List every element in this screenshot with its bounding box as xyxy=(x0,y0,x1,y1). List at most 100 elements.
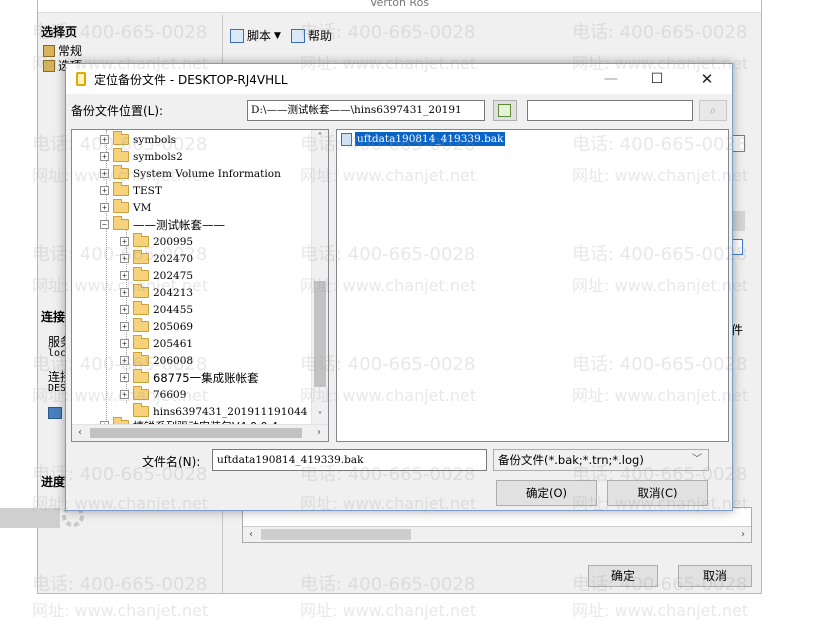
cancel-button[interactable]: 取消(C) xyxy=(607,480,708,506)
folder-icon xyxy=(133,352,149,366)
page-icon xyxy=(43,44,55,57)
tree-node[interactable]: + System Volume Information xyxy=(100,165,281,182)
backup-location-field[interactable]: D:\——测试帐套——\hins6397431_20191 xyxy=(247,100,485,121)
expand-icon[interactable]: + xyxy=(100,169,109,178)
tree-vscroll-thumb[interactable] xyxy=(314,281,326,387)
expand-icon[interactable]: + xyxy=(120,237,129,246)
back-cancel-button[interactable]: 取消 xyxy=(678,565,752,587)
tree-node[interactable]: +200995 xyxy=(120,233,193,250)
tree-node[interactable]: +205069 xyxy=(120,318,193,335)
tree-node[interactable]: +206008 xyxy=(120,352,193,369)
tree-hscroll-thumb[interactable] xyxy=(90,428,302,438)
expand-icon[interactable]: + xyxy=(120,271,129,280)
scroll-right-icon[interactable]: › xyxy=(311,425,327,440)
tree-node-label: 205461 xyxy=(153,337,194,350)
folder-icon xyxy=(133,284,149,298)
tree-node[interactable]: +205461 xyxy=(120,335,193,352)
expand-icon[interactable]: + xyxy=(100,186,109,195)
expand-icon[interactable]: + xyxy=(100,152,109,161)
folder-icon xyxy=(113,131,129,145)
tree-vertical-scrollbar[interactable]: ˄ ˅ xyxy=(311,130,328,425)
folder-icon xyxy=(133,403,149,417)
tree-node[interactable]: − ——测试帐套—— xyxy=(100,216,225,233)
folder-icon xyxy=(133,369,149,383)
tree-node-label: 68775一集成账帐套 xyxy=(153,370,259,385)
scroll-up-icon[interactable]: ˄ xyxy=(312,130,328,145)
folder-icon xyxy=(133,318,149,332)
close-icon[interactable]: ✕ xyxy=(684,64,730,94)
tree-node[interactable]: + VM xyxy=(100,199,151,216)
expand-icon[interactable]: + xyxy=(120,322,129,331)
scroll-left-icon[interactable]: ‹ xyxy=(243,527,259,542)
script-button[interactable]: 脚本 ▼ xyxy=(230,27,281,44)
watermark-url: 网址: www.chanjet.net xyxy=(572,601,749,620)
tree-node-label: 205069 xyxy=(153,320,194,333)
restore-plan-grid: ‹ › xyxy=(242,507,752,543)
help-button[interactable]: 帮助 xyxy=(290,27,332,44)
tree-node[interactable]: +204213 xyxy=(120,284,193,301)
back-toolbar: 脚本 ▼ 帮助 xyxy=(230,27,332,44)
script-label: 脚本 xyxy=(247,29,272,43)
expand-icon[interactable]: + xyxy=(120,305,129,314)
tree-node-label: 202470 xyxy=(153,252,194,265)
expand-icon[interactable]: + xyxy=(100,203,109,212)
maximize-icon[interactable]: ☐ xyxy=(634,64,680,94)
folder-icon xyxy=(113,165,129,179)
select-page-heading: 选择页 xyxy=(41,25,78,39)
magnifier-icon[interactable]: ⌕ xyxy=(699,100,727,121)
expand-icon[interactable]: + xyxy=(100,135,109,144)
tree-node-label: System Volume Information xyxy=(133,167,281,180)
tree-node[interactable]: + symbols2 xyxy=(100,148,183,165)
right-checkbox-fragment[interactable] xyxy=(731,135,745,152)
file-lock-icon xyxy=(76,72,86,86)
tree-node-label: ——测试帐套—— xyxy=(133,217,225,232)
expand-icon[interactable]: + xyxy=(120,288,129,297)
tree-node[interactable]: +204455 xyxy=(120,301,193,318)
folder-tree: + symbols + symbols2 + System Volume Inform… xyxy=(71,129,329,442)
file-item[interactable]: uftdata190814_419339.bak xyxy=(341,132,506,146)
tree-node[interactable]: +76609 xyxy=(120,386,186,403)
folder-icon xyxy=(113,199,129,213)
expand-icon[interactable]: + xyxy=(120,254,129,263)
tree-node[interactable]: +202475 xyxy=(120,267,193,284)
back-ok-button[interactable]: 确定 xyxy=(588,565,658,587)
tree-node-label: symbols2 xyxy=(133,150,183,163)
chevron-down-icon: ﹀ xyxy=(692,454,702,465)
tree-node-label: 76609 xyxy=(153,388,187,401)
filetype-select[interactable]: 备份文件(*.bak;*.trn;*.log) ﹀ xyxy=(493,449,709,471)
browse-button[interactable] xyxy=(493,100,517,121)
tree-node-label: TEST xyxy=(133,184,162,197)
grid-scroll-thumb[interactable] xyxy=(261,529,411,540)
help-icon xyxy=(290,28,305,43)
scroll-down-icon[interactable]: ˅ xyxy=(312,409,328,424)
tree-node[interactable]: +68775一集成账帐套 xyxy=(120,369,259,386)
tree-node-label: VM xyxy=(133,201,152,214)
script-icon xyxy=(230,28,244,43)
tree-node[interactable]: + symbols xyxy=(100,131,176,148)
scroll-left-icon[interactable]: ‹ xyxy=(72,425,88,440)
collapse-icon[interactable]: − xyxy=(100,220,109,229)
tree-horizontal-scrollbar[interactable]: ‹ › xyxy=(72,424,328,441)
folder-icon xyxy=(113,182,129,196)
progress-heading: 进度 xyxy=(41,475,66,489)
filetype-value: 备份文件(*.bak;*.trn;*.log) xyxy=(498,453,644,467)
ok-button[interactable]: 确定(O) xyxy=(496,480,597,506)
folder-icon xyxy=(133,386,149,400)
minimize-icon[interactable]: — xyxy=(588,64,634,94)
help-label: 帮助 xyxy=(307,29,332,43)
expand-icon[interactable]: + xyxy=(120,339,129,348)
search-input[interactable] xyxy=(527,100,693,121)
tree-node[interactable]: +202470 xyxy=(120,250,193,267)
expand-icon[interactable]: + xyxy=(120,373,129,382)
connection-heading: 连接 xyxy=(41,310,66,324)
expand-icon[interactable]: + xyxy=(120,390,129,399)
grid-horizontal-scrollbar[interactable]: ‹ › xyxy=(243,526,751,542)
connection-properties-icon[interactable] xyxy=(48,407,62,419)
server-value: loc xyxy=(48,348,67,359)
expand-icon[interactable]: + xyxy=(120,356,129,365)
tree-node[interactable]: + TEST xyxy=(100,182,162,199)
watermark-url: 网址: www.chanjet.net xyxy=(300,601,477,620)
scroll-right-icon[interactable]: › xyxy=(735,527,751,542)
filename-input[interactable]: uftdata190814_419339.bak xyxy=(212,449,487,471)
tree-node-label: symbols xyxy=(133,133,177,146)
